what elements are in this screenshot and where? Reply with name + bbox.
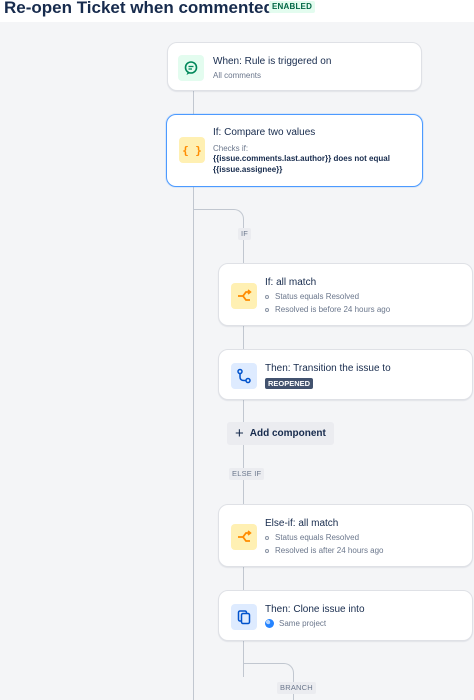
if-block-title: If: all match xyxy=(265,277,317,288)
clone-project: Same project xyxy=(265,619,326,628)
branch-icon xyxy=(231,524,257,550)
transition-title: Then: Transition the issue to xyxy=(265,363,391,374)
if-tag: IF xyxy=(238,228,252,240)
branch-icon xyxy=(231,283,257,309)
else-if-tag: ELSE IF xyxy=(229,468,265,480)
clone-icon xyxy=(231,604,257,630)
connector-branch-if xyxy=(193,209,244,230)
rule-status-badge: ENABLED xyxy=(269,1,316,13)
else-if-condition-card[interactable]: Else-if: all match Status equals Resolve… xyxy=(218,504,473,567)
condition-card[interactable]: { } If: Compare two values Checks if: {{… xyxy=(166,114,423,187)
plus-icon: + xyxy=(235,424,244,442)
rule-title: Re-open Ticket when commented xyxy=(4,0,274,17)
condition-checks-label: Checks if: xyxy=(213,144,249,153)
else-if-condition-item: Status equals Resolved xyxy=(265,533,359,542)
else-if-block-title: Else-if: all match xyxy=(265,518,339,529)
comment-icon xyxy=(178,55,204,81)
trigger-title: When: Rule is triggered on xyxy=(213,56,332,67)
add-component-button[interactable]: + Add component xyxy=(227,422,334,445)
rule-canvas: When: Rule is triggered on All comments … xyxy=(0,22,474,700)
transition-icon xyxy=(231,363,257,389)
trigger-subtitle: All comments xyxy=(213,71,262,80)
branch-tag: BRANCH xyxy=(277,682,316,694)
else-if-condition-item: Resolved is after 24 hours ago xyxy=(265,546,384,555)
condition-expression-line1: {{issue.comments.last.author}} does not … xyxy=(213,154,390,163)
connector-branch xyxy=(243,663,294,684)
transition-action-card[interactable]: Then: Transition the issue to REOPENED xyxy=(218,349,473,400)
braces-icon: { } xyxy=(179,137,205,163)
reopened-status-lozenge: REOPENED xyxy=(265,378,314,389)
condition-expression-line2: {{issue.assignee}} xyxy=(213,165,283,174)
clone-action-card[interactable]: Then: Clone issue into Same project xyxy=(218,590,473,641)
project-avatar-icon xyxy=(265,619,274,628)
if-condition-card[interactable]: If: all match Status equals Resolved Res… xyxy=(218,263,473,326)
rule-header: Re-open Ticket when commented ENABLED xyxy=(0,0,474,22)
if-condition-item: Status equals Resolved xyxy=(265,292,359,301)
clone-title: Then: Clone issue into xyxy=(265,604,365,615)
trigger-card[interactable]: When: Rule is triggered on All comments xyxy=(167,42,422,91)
condition-title: If: Compare two values xyxy=(213,127,316,138)
add-component-label: Add component xyxy=(249,428,326,439)
if-condition-item: Resolved is before 24 hours ago xyxy=(265,305,390,314)
